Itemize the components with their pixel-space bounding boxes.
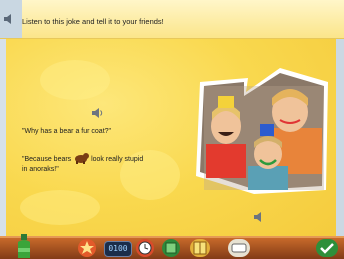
card-button[interactable]: [228, 239, 250, 257]
speaker-icon-bottom[interactable]: [254, 212, 266, 222]
bear-icon[interactable]: [73, 152, 90, 164]
star-icon: [80, 241, 94, 254]
texture-blotch: [40, 60, 110, 100]
card-icon: [231, 243, 247, 253]
score-value: 0100: [108, 244, 128, 253]
book-icon: [193, 241, 207, 255]
star-button[interactable]: [78, 239, 96, 257]
instruction-text: Listen to this joke and tell it to your …: [22, 17, 164, 26]
joke-answer-part2: look really stupid: [91, 156, 144, 163]
check-icon: [320, 243, 334, 254]
joke-question: "Why has a bear a fur coat?": [22, 128, 112, 135]
joke-answer-part1: "Because bears: [22, 156, 72, 163]
children-photo: [196, 68, 328, 194]
notes-button[interactable]: [162, 239, 180, 257]
score-counter: 0100: [104, 241, 132, 257]
joke-answer-line1: "Because bears look really stupid: [22, 152, 143, 164]
joke-answer-line2: in anoraks!": [22, 166, 59, 173]
clock-icon: [138, 241, 152, 255]
check-button[interactable]: [316, 239, 338, 257]
notebook-icon: [165, 242, 177, 254]
instruction-bar: Listen to this joke and tell it to your …: [0, 0, 344, 39]
texture-blotch: [20, 190, 100, 225]
speaker-icon[interactable]: [4, 14, 16, 24]
bottle-icon[interactable]: [14, 234, 34, 259]
window-edge-left: [0, 38, 6, 259]
timer-button[interactable]: [136, 239, 154, 257]
book-button[interactable]: [190, 239, 210, 257]
joke-speaker-icon[interactable]: [92, 108, 104, 118]
app-window: Listen to this joke and tell it to your …: [0, 0, 344, 259]
